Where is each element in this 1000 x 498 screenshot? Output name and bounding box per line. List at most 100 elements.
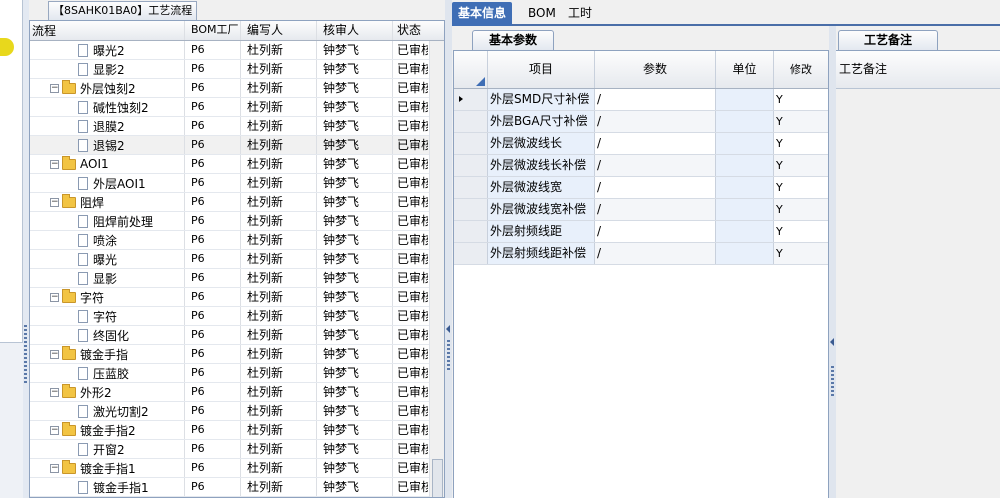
grid-cell-item[interactable]: 外层BGA尺寸补偿 [488,111,595,132]
tree-row[interactable]: − 镀金手指1 P6杜列新钟梦飞已审核 [30,459,444,478]
grid-cell-unit[interactable] [716,155,774,176]
scrollbar-thumb[interactable] [432,459,443,497]
tree-row[interactable]: 终固化 P6杜列新钟梦飞已审核 [30,326,444,345]
grid-cell-modify[interactable]: Y [774,89,828,110]
grid-row[interactable]: 外层微波线宽补偿 / Y [454,199,828,221]
tree-row[interactable]: 开窗2 P6杜列新钟梦飞已审核 [30,440,444,459]
tab-basic-info[interactable]: 基本信息 [452,2,513,26]
tree-row[interactable]: 碱性蚀刻2 P6杜列新钟梦飞已审核 [30,98,444,117]
tree-row[interactable]: 喷涂 P6杜列新钟梦飞已审核 [30,231,444,250]
tree-row[interactable]: 显影 P6杜列新钟梦飞已审核 [30,269,444,288]
grid-cell-param[interactable]: / [595,199,716,220]
column-header-modify[interactable]: 修改 [774,51,828,88]
column-header-param[interactable]: 参数 [595,51,716,88]
grid-cell-modify[interactable]: Y [774,155,828,176]
grid-cell-modify[interactable]: Y [774,221,828,242]
row-indicator[interactable] [454,199,488,220]
grid-cell-param[interactable]: / [595,133,716,154]
grid-cell-modify[interactable]: Y [774,199,828,220]
grid-row[interactable]: 外层SMD尺寸补偿 / Y [454,89,828,111]
expand-toggle-icon[interactable]: − [50,349,59,359]
column-header-unit[interactable]: 单位 [716,51,774,88]
tab-process-notes[interactable]: 工艺备注 [838,30,938,50]
tree-row[interactable]: 退膜2 P6杜列新钟梦飞已审核 [30,117,444,136]
tree-row[interactable]: 显影2 P6杜列新钟梦飞已审核 [30,60,444,79]
tree-row[interactable]: 退锡2 P6杜列新钟梦飞已审核 [30,136,444,155]
column-header-flow[interactable]: 流程 [30,21,184,40]
grid-cell-unit[interactable] [716,133,774,154]
tree-row[interactable]: 曝光2 P6杜列新钟梦飞已审核 [30,41,444,60]
row-indicator[interactable] [454,89,488,110]
expand-toggle-icon[interactable]: − [50,159,59,169]
grid-row[interactable]: 外层微波线长 / Y [454,133,828,155]
row-indicator[interactable] [454,177,488,198]
row-indicator[interactable] [454,243,488,264]
tree-row[interactable]: − 镀金手指 P6杜列新钟梦飞已审核 [30,345,444,364]
tree-row[interactable]: 阻焊前处理 P6杜列新钟梦飞已审核 [30,212,444,231]
tree-row[interactable]: 外层AOI1 P6杜列新钟梦飞已审核 [30,174,444,193]
grid-row[interactable]: 外层微波线宽 / Y [454,177,828,199]
tree-row[interactable]: − 阻焊 P6杜列新钟梦飞已审核 [30,193,444,212]
grid-cell-unit[interactable] [716,221,774,242]
column-header-reviewer[interactable]: 核审人 [316,21,392,40]
tree-row[interactable]: − 镀金手指2 P6杜列新钟梦飞已审核 [30,421,444,440]
grid-cell-modify[interactable]: Y [774,243,828,264]
grid-cell-param[interactable]: / [595,155,716,176]
grid-row[interactable]: 外层射频线距 / Y [454,221,828,243]
row-indicator[interactable] [454,221,488,242]
expand-toggle-icon[interactable]: − [50,83,59,93]
grid-cell-unit[interactable] [716,89,774,110]
process-flow-tab[interactable]: 【8SAHK01BA0】工艺流程 [48,1,198,20]
tree-row[interactable]: − 外形2 P6杜列新钟梦飞已审核 [30,383,444,402]
grid-cell-item[interactable]: 外层微波线宽补偿 [488,199,595,220]
column-header-bom-factory[interactable]: BOM工厂 [184,21,240,40]
tree-row[interactable]: 激光切割2 P6杜列新钟梦飞已审核 [30,402,444,421]
grid-cell-unit[interactable] [716,177,774,198]
tree-row[interactable]: − 外层蚀刻2 P6杜列新钟梦飞已审核 [30,79,444,98]
column-header-writer[interactable]: 编写人 [240,21,316,40]
tree-row[interactable]: 曝光 P6杜列新钟梦飞已审核 [30,250,444,269]
grid-row[interactable]: 外层射频线距补偿 / Y [454,243,828,265]
grid-cell-unit[interactable] [716,243,774,264]
grid-cell-param[interactable]: / [595,111,716,132]
column-header-status[interactable]: 状态 [392,21,428,40]
grid-row[interactable]: 外层BGA尺寸补偿 / Y [454,111,828,133]
tree-row[interactable]: 字符 P6杜列新钟梦飞已审核 [30,307,444,326]
expand-toggle-icon[interactable]: − [50,197,59,207]
grid-cell-item[interactable]: 外层微波线长 [488,133,595,154]
grid-cell-item[interactable]: 外层SMD尺寸补偿 [488,89,595,110]
expand-toggle-icon[interactable]: − [50,463,59,473]
tree-row[interactable]: 压蓝胶 P6杜列新钟梦飞已审核 [30,364,444,383]
grid-cell-item[interactable]: 外层射频线距 [488,221,595,242]
tree-vertical-scrollbar[interactable] [429,41,444,497]
grid-row[interactable]: 外层微波线长补偿 / Y [454,155,828,177]
right-splitter[interactable] [829,26,836,498]
grid-cell-param[interactable]: / [595,243,716,264]
grid-corner[interactable] [454,51,488,88]
column-header-item[interactable]: 项目 [488,51,595,88]
grid-cell-modify[interactable]: Y [774,133,828,154]
tab-bom[interactable]: BOM [522,2,562,26]
collapse-right-arrow-icon[interactable] [830,338,834,346]
expand-toggle-icon[interactable]: − [50,425,59,435]
middle-splitter[interactable] [445,0,452,498]
grid-cell-unit[interactable] [716,199,774,220]
grid-cell-item[interactable]: 外层微波线长补偿 [488,155,595,176]
grid-cell-modify[interactable]: Y [774,177,828,198]
expand-toggle-icon[interactable]: − [50,387,59,397]
grid-cell-item[interactable]: 外层微波线宽 [488,177,595,198]
grid-cell-param[interactable]: / [595,89,716,110]
row-indicator[interactable] [454,133,488,154]
tab-basic-params[interactable]: 基本参数 [472,30,555,50]
grid-cell-param[interactable]: / [595,177,716,198]
grid-cell-item[interactable]: 外层射频线距补偿 [488,243,595,264]
row-indicator[interactable] [454,111,488,132]
grid-cell-param[interactable]: / [595,221,716,242]
grid-cell-modify[interactable]: Y [774,111,828,132]
grid-cell-unit[interactable] [716,111,774,132]
tab-work-hours[interactable]: 工时 [562,2,598,26]
expand-toggle-icon[interactable]: − [50,292,59,302]
row-indicator[interactable] [454,155,488,176]
collapse-left-arrow-icon[interactable] [446,325,450,333]
tree-row[interactable]: 镀金手指1 P6杜列新钟梦飞已审核 [30,478,444,497]
